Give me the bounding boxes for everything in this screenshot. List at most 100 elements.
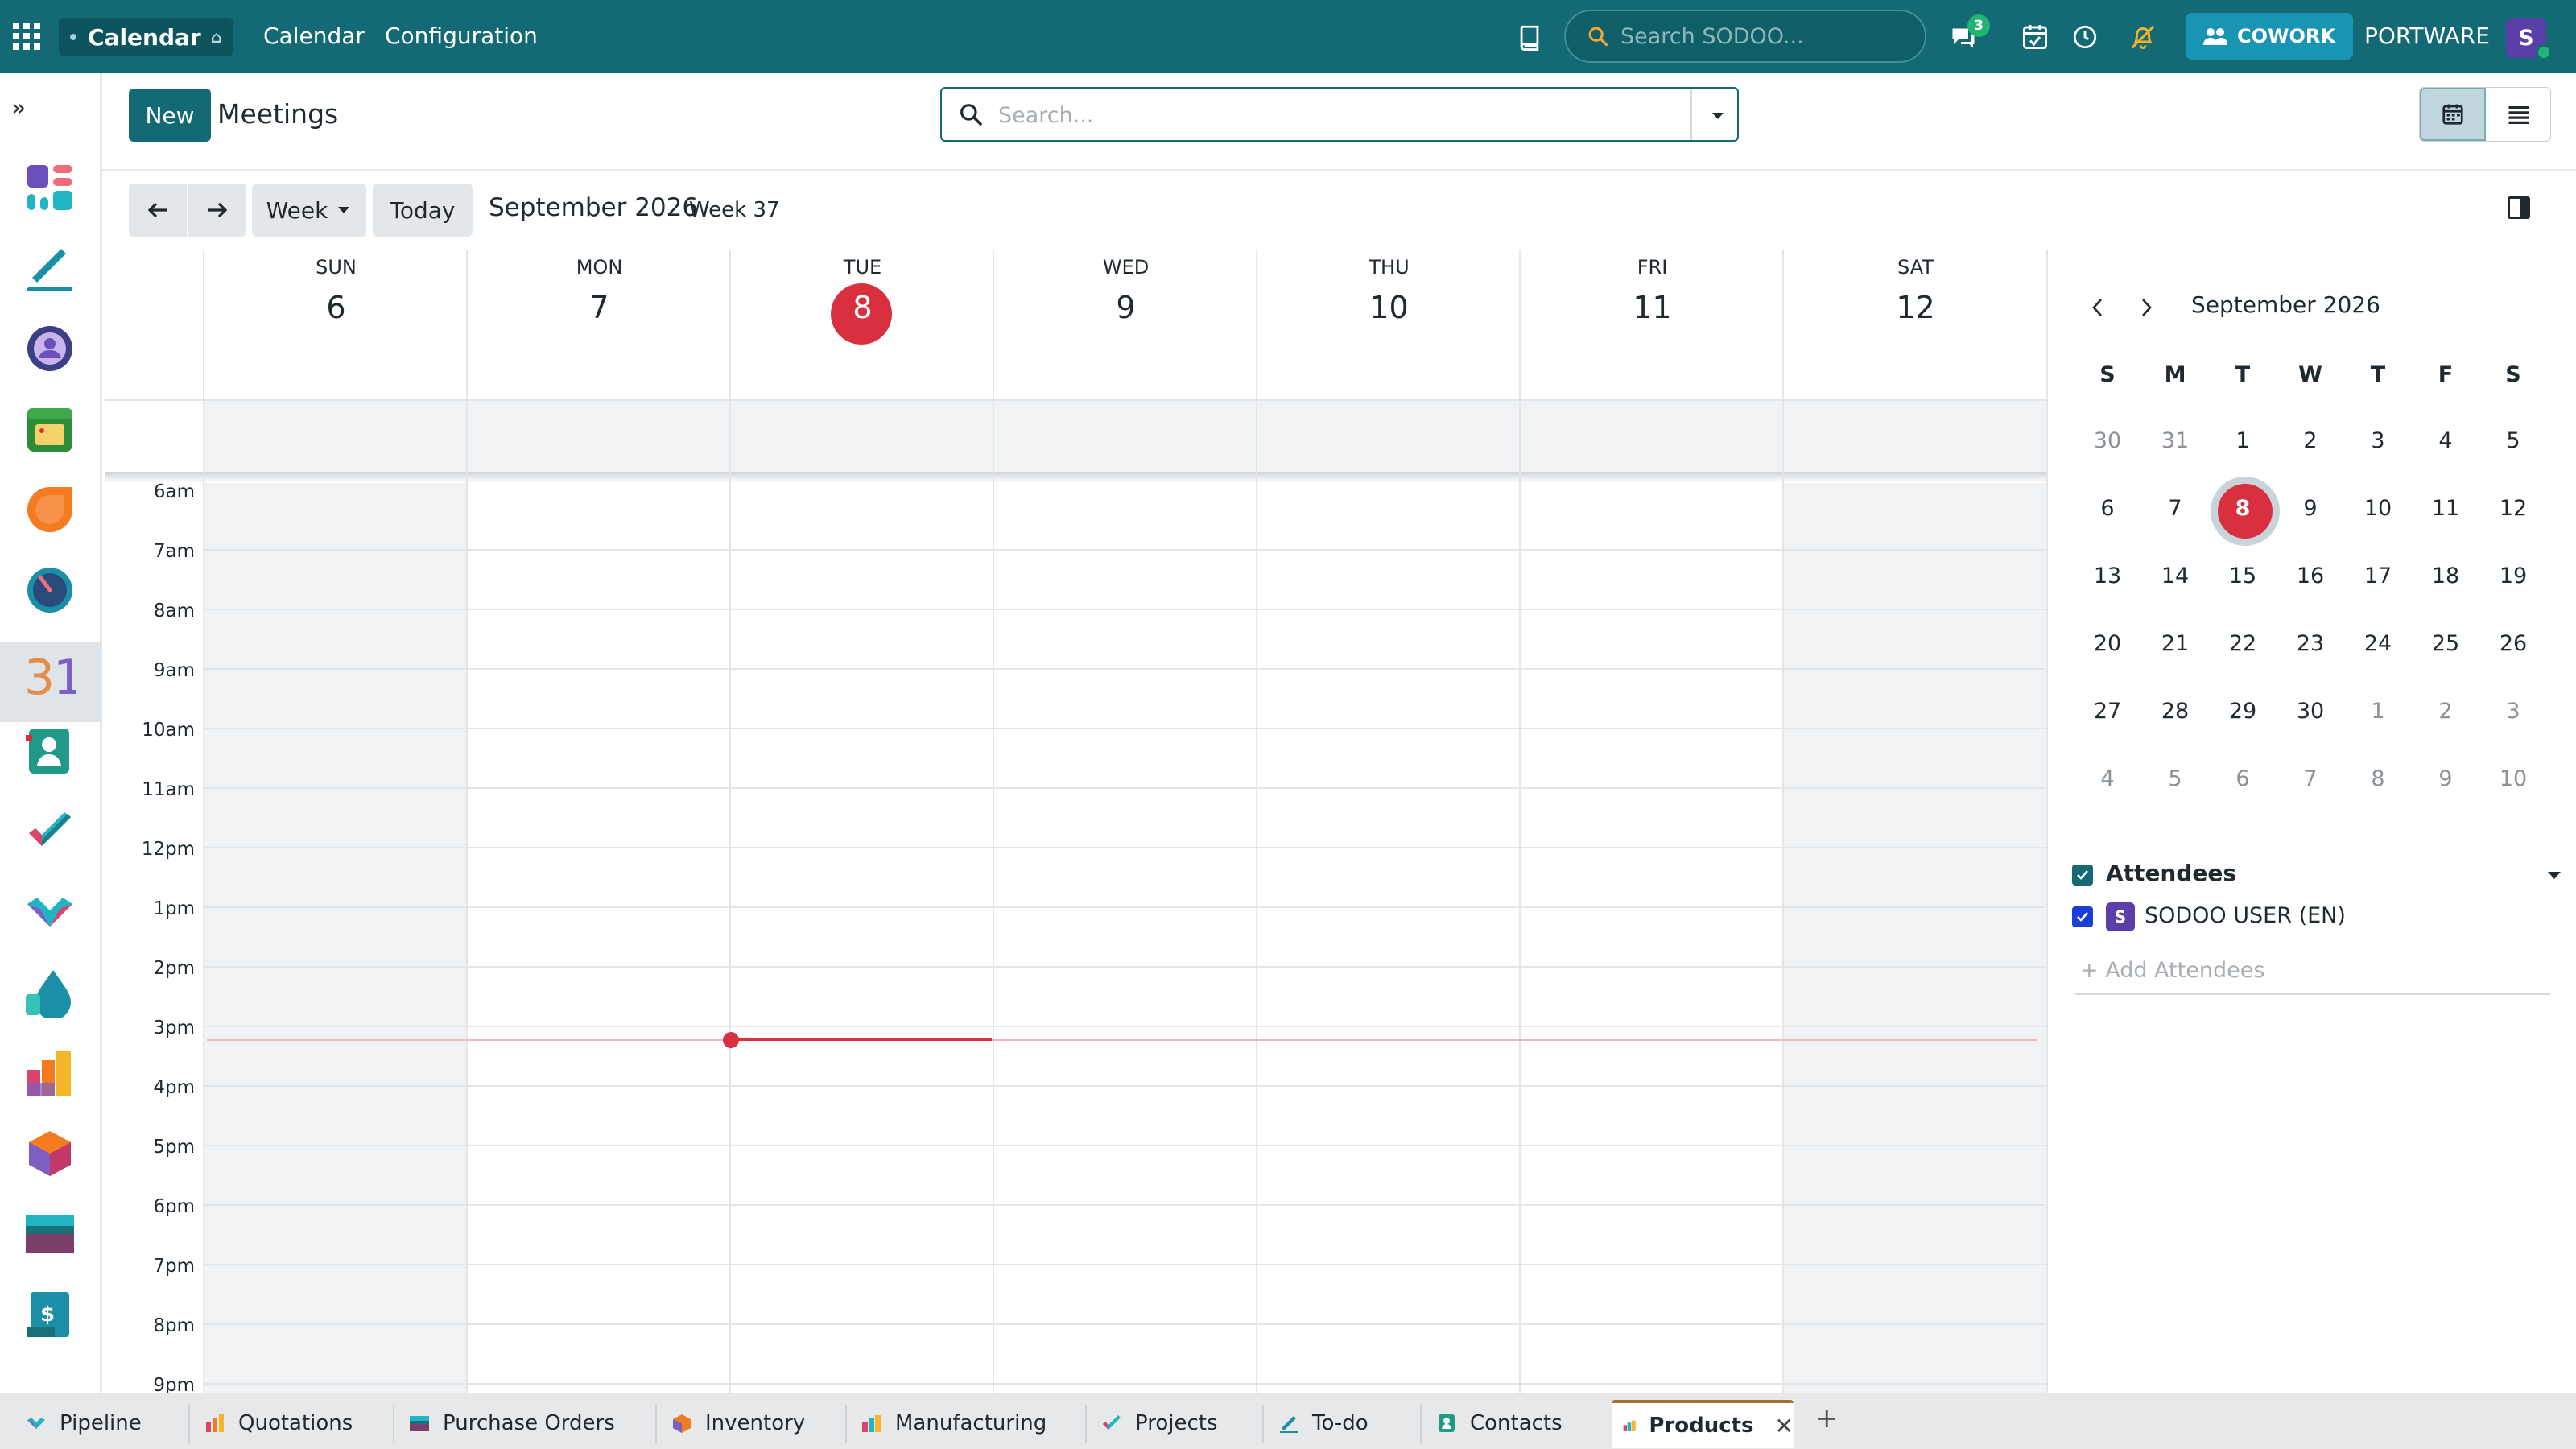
day-header-sun[interactable]: SUN 6 [204, 250, 468, 399]
mini-calendar-day[interactable]: 6 [2209, 766, 2277, 791]
add-attendees-input[interactable]: + Add Attendees [2075, 955, 2550, 995]
discuss-app-icon[interactable] [24, 484, 76, 535]
current-app-button[interactable]: Calendar ⌂ [59, 18, 233, 56]
expand-sidebar-icon[interactable]: » [11, 94, 26, 122]
tab-todo[interactable]: To-do [1267, 1402, 1417, 1445]
notifications-off-icon[interactable] [2127, 21, 2159, 53]
clock-icon[interactable] [2069, 21, 2101, 53]
documentation-icon[interactable] [1513, 21, 1546, 53]
tab-inventory[interactable]: Inventory [660, 1402, 842, 1445]
side-panel-toggle-icon[interactable] [2508, 196, 2530, 219]
company-switcher[interactable]: PORTWARE [2364, 23, 2490, 49]
mini-calendar-day[interactable]: 9 [2412, 766, 2479, 791]
attendees-collapse-caret-icon[interactable] [2545, 869, 2563, 882]
add-tab-icon[interactable]: + [1815, 1402, 1839, 1435]
mini-calendar-day[interactable]: 1 [2344, 699, 2412, 724]
mini-calendar-day[interactable]: 20 [2074, 631, 2141, 656]
mini-calendar-day[interactable]: 16 [2277, 564, 2344, 588]
mini-calendar-day[interactable]: 27 [2074, 699, 2141, 724]
menu-calendar[interactable]: Calendar [263, 23, 365, 49]
sign-app-icon[interactable] [24, 242, 76, 294]
mini-calendar-next-icon[interactable] [2130, 291, 2162, 324]
day-header-mon[interactable]: MON 7 [468, 250, 731, 399]
mini-calendar-day[interactable]: 12 [2479, 496, 2547, 521]
day-header-sat[interactable]: SAT 12 [1784, 250, 2046, 399]
mini-calendar-day[interactable]: 11 [2412, 496, 2479, 521]
tab-projects[interactable]: Projects [1090, 1402, 1259, 1445]
menu-configuration[interactable]: Configuration [385, 23, 538, 49]
calendar-view-button[interactable] [2420, 88, 2486, 141]
mini-calendar-day[interactable]: 19 [2479, 564, 2547, 588]
crm-app-icon[interactable] [24, 886, 76, 938]
mini-calendar-day[interactable]: 3 [2479, 699, 2547, 724]
todo-app-icon[interactable] [24, 806, 76, 857]
scale-dropdown[interactable]: Week [252, 184, 366, 237]
next-button[interactable] [188, 184, 246, 237]
mini-calendar-prev-icon[interactable] [2082, 291, 2114, 324]
mini-calendar-day[interactable]: 5 [2141, 766, 2209, 791]
day-header-thu[interactable]: THU 10 [1257, 250, 1521, 399]
mini-calendar-day[interactable]: 8 [2209, 496, 2277, 521]
attendees-filter-checkbox[interactable] [2072, 865, 2093, 886]
tab-quotations[interactable]: Quotations [193, 1402, 390, 1445]
mini-calendar-day[interactable]: 14 [2141, 564, 2209, 588]
day-header-wed[interactable]: WED 9 [994, 250, 1257, 399]
mini-calendar-day[interactable]: 13 [2074, 564, 2141, 588]
attendee-checkbox[interactable] [2072, 906, 2093, 927]
tab-pipeline[interactable]: Pipeline [14, 1402, 185, 1445]
tab-products[interactable]: Products ✕ [1612, 1400, 1794, 1448]
dashboard-app-icon[interactable] [24, 162, 76, 213]
tab-contacts[interactable]: Contacts [1425, 1402, 1604, 1445]
today-button[interactable]: Today [373, 184, 473, 237]
tab-manufacturing[interactable]: Manufacturing [850, 1402, 1082, 1445]
mini-calendar-day[interactable]: 5 [2479, 428, 2547, 453]
mini-calendar-day[interactable]: 30 [2074, 428, 2141, 453]
mini-calendar-day[interactable]: 9 [2277, 496, 2344, 521]
previous-button[interactable] [129, 184, 187, 237]
mini-calendar-day[interactable]: 21 [2141, 631, 2209, 656]
all-day-row[interactable] [204, 401, 2046, 472]
community-app-icon[interactable] [24, 323, 76, 374]
drop-app-icon[interactable] [24, 967, 76, 1018]
inventory-app-icon[interactable] [24, 1128, 76, 1179]
cowork-button[interactable]: COWORK [2186, 13, 2353, 60]
mini-calendar-day[interactable]: 18 [2412, 564, 2479, 588]
mini-calendar-day[interactable]: 8 [2344, 766, 2412, 791]
mini-calendar-day[interactable]: 3 [2344, 428, 2412, 453]
mini-calendar-day[interactable]: 29 [2209, 699, 2277, 724]
timesheet-app-icon[interactable] [24, 564, 76, 616]
new-button[interactable]: New [129, 89, 211, 142]
mini-calendar-day[interactable]: 15 [2209, 564, 2277, 588]
mini-calendar-day[interactable]: 4 [2412, 428, 2479, 453]
mini-calendar-day[interactable]: 23 [2277, 631, 2344, 656]
purchase-app-icon[interactable] [24, 1208, 76, 1260]
mini-calendar-day[interactable]: 10 [2479, 766, 2547, 791]
mini-calendar-day[interactable]: 28 [2141, 699, 2209, 724]
list-view-button[interactable] [2486, 88, 2552, 141]
invoicing-app-icon[interactable]: $ [24, 1289, 76, 1340]
mini-calendar-day[interactable]: 30 [2277, 699, 2344, 724]
mini-calendar-day[interactable]: 2 [2412, 699, 2479, 724]
apps-menu-icon[interactable] [13, 23, 40, 50]
global-search-input[interactable]: Search SODOO... [1564, 10, 1926, 63]
mini-calendar-day[interactable]: 17 [2344, 564, 2412, 588]
mini-calendar-day[interactable]: 1 [2209, 428, 2277, 453]
day-header-tue[interactable]: TUE 8 [731, 250, 994, 399]
mini-calendar-day[interactable]: 22 [2209, 631, 2277, 656]
contacts-app-icon[interactable] [24, 725, 76, 777]
mini-calendar-day[interactable]: 7 [2277, 766, 2344, 791]
activities-calendar-icon[interactable] [2019, 21, 2051, 53]
mini-calendar-day[interactable]: 4 [2074, 766, 2141, 791]
mini-calendar-day[interactable]: 26 [2479, 631, 2547, 656]
tab-purchase-orders[interactable]: Purchase Orders [398, 1402, 652, 1445]
manufacturing-app-icon[interactable] [24, 1047, 76, 1099]
mini-calendar-day[interactable]: 25 [2412, 631, 2479, 656]
search-input[interactable]: Search... [940, 87, 1739, 142]
mini-calendar-day[interactable]: 10 [2344, 496, 2412, 521]
mini-calendar-day[interactable]: 2 [2277, 428, 2344, 453]
mini-calendar-day[interactable]: 24 [2344, 631, 2412, 656]
mini-calendar-day[interactable]: 6 [2074, 496, 2141, 521]
calendar-app-icon[interactable] [24, 403, 76, 455]
close-tab-icon[interactable]: ✕ [1775, 1413, 1794, 1439]
calendar-31-app-icon[interactable]: 31 [24, 649, 76, 700]
